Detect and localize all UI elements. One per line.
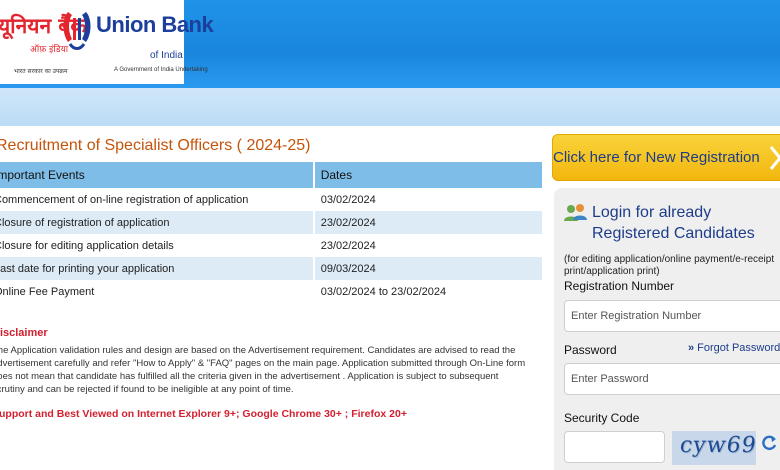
column-header-events: Important Events <box>0 162 315 188</box>
table-row: Closure for editing application details … <box>0 234 545 257</box>
event-name: Online Fee Payment <box>0 280 315 303</box>
security-code-label: Security Code <box>564 411 640 425</box>
column-header-dates: Dates <box>313 162 545 188</box>
users-icon <box>564 204 587 221</box>
event-date: 03/02/2024 <box>313 188 545 211</box>
page-title: Recruitment of Specialist Officers ( 202… <box>0 137 311 154</box>
refresh-icon[interactable] <box>760 434 778 452</box>
table-row: Commencement of on-line registration of … <box>0 188 545 211</box>
disclaimer-text: The Application validation rules and des… <box>0 345 526 395</box>
page: यूनियन बैंक ऑफ़ इंडिया भारत सरकार का उपक… <box>0 0 780 470</box>
union-bank-emblem-icon <box>63 12 91 50</box>
table-row: Online Fee Payment 03/02/2024 to 23/02/2… <box>0 280 545 303</box>
important-events-table: Important Events Dates Commencement of o… <box>0 162 545 303</box>
login-note: (for editing application/online payment/… <box>564 254 775 277</box>
forgot-password-link[interactable]: » Forgot Password <box>688 342 780 354</box>
event-name: Commencement of on-line registration of … <box>0 188 315 211</box>
security-code-input[interactable] <box>564 431 665 463</box>
login-title: Login for already Registered Candidates <box>592 204 755 242</box>
logo-english-tagline: A Government of India Undertaking <box>114 67 208 73</box>
event-name: Last date for printing your application <box>0 257 315 280</box>
disclaimer-title: Disclaimer <box>0 327 48 339</box>
new-registration-label: Click here for New Registration <box>553 149 760 166</box>
logo-hindi-tagline: भारत सरकार का उपक्रम <box>14 68 68 75</box>
forgot-password-label: Forgot Password <box>697 342 780 354</box>
event-date: 23/02/2024 <box>313 211 545 234</box>
header-bar: यूनियन बैंक ऑफ़ इंडिया भारत सरकार का उपक… <box>0 0 780 88</box>
double-chevron-right-icon: » <box>688 342 695 354</box>
chevron-right-icon <box>769 146 780 170</box>
table-row: Last date for printing your application … <box>0 257 545 280</box>
table-header-row: Important Events Dates <box>0 162 545 188</box>
new-registration-button[interactable]: Click here for New Registration <box>552 134 780 181</box>
logo-english-subtitle: of India <box>150 50 183 61</box>
captcha-text: cyw69 <box>678 433 756 458</box>
registration-number-label: Registration Number <box>564 279 675 293</box>
navigation-band <box>0 88 780 126</box>
password-input[interactable] <box>564 363 780 395</box>
registration-number-input[interactable] <box>564 300 780 332</box>
browser-support-note: Support and Best Viewed on Internet Expl… <box>0 408 407 420</box>
login-panel: Login for already Registered Candidates … <box>554 188 780 470</box>
captcha-image: cyw69 <box>672 431 756 465</box>
event-name: Closure of registration of application <box>0 211 315 234</box>
event-date: 09/03/2024 <box>313 257 545 280</box>
event-date: 03/02/2024 to 23/02/2024 <box>313 280 545 303</box>
password-label: Password <box>564 343 617 357</box>
event-date: 23/02/2024 <box>313 234 545 257</box>
logo-english-name: Union Bank <box>96 12 214 37</box>
table-row: Closure of registration of application 2… <box>0 211 545 234</box>
event-name: Closure for editing application details <box>0 234 315 257</box>
bank-logo[interactable]: यूनियन बैंक ऑफ़ इंडिया भारत सरकार का उपक… <box>0 0 214 84</box>
